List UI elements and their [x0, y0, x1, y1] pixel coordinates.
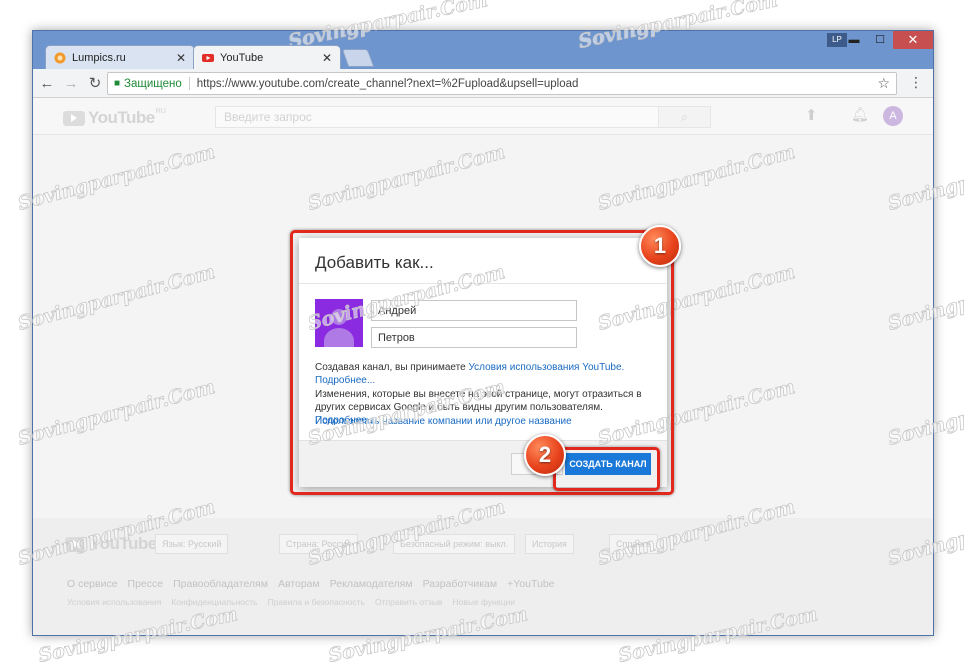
youtube-footer: YouTube Язык: Русский Страна: Россия Без… [33, 518, 933, 635]
footer-link[interactable]: Новые функции [452, 597, 515, 607]
highlight-frame-create-button [553, 447, 660, 491]
forward-icon[interactable]: → [61, 75, 81, 92]
browser-toolbar: ← → ↻ ■ Защищено https://www.youtube.com… [33, 69, 933, 98]
secure-label: Защищено [124, 77, 182, 90]
footer-link[interactable]: О сервисе [67, 578, 118, 590]
address-bar[interactable]: ■ Защищено https://www.youtube.com/creat… [107, 72, 897, 95]
url-text[interactable]: https://www.youtube.com/create_channel?n… [197, 78, 878, 90]
menu-icon[interactable]: ⋮ [909, 74, 923, 91]
avatar[interactable]: A [883, 106, 903, 126]
footer-link[interactable]: +YouTube [507, 578, 554, 590]
minimize-icon[interactable]: ▬ [841, 31, 867, 49]
footer-logo[interactable]: YouTube [65, 534, 157, 554]
youtube-header: YouTube RU Введите запрос ⌕ ⬆ 🔔︎ A [33, 98, 933, 135]
new-tab-button[interactable] [341, 49, 375, 67]
footer-link[interactable]: Рекламодателям [330, 578, 413, 590]
footer-link[interactable]: Правообладателям [173, 578, 268, 590]
youtube-logo[interactable]: YouTube RU [63, 108, 166, 128]
back-icon[interactable]: ← [37, 75, 57, 92]
safe-mode-button[interactable]: Безопасный режим: выкл. [393, 534, 516, 554]
star-icon[interactable]: ☆ [877, 75, 890, 92]
history-button[interactable]: История [525, 534, 574, 554]
youtube-favicon-icon [202, 53, 214, 62]
step-marker-1: 1 [639, 225, 681, 267]
country-button[interactable]: Страна: Россия [279, 534, 359, 554]
tab-youtube[interactable]: YouTube ✕ [193, 45, 341, 69]
language-button[interactable]: Язык: Русский [155, 534, 229, 554]
lock-icon: ■ [114, 78, 121, 89]
footer-link[interactable]: Отправить отзыв [375, 597, 442, 607]
tab-label: Lumpics.ru [72, 51, 126, 64]
tab-lumpics[interactable]: Lumpics.ru ✕ [45, 45, 195, 69]
footer-link[interactable]: Конфиденциальность [171, 597, 257, 607]
footer-link[interactable]: Прессе [128, 578, 164, 590]
footer-link[interactable]: Разработчикам [423, 578, 498, 590]
help-button[interactable]: Справка [609, 534, 659, 554]
footer-link[interactable]: Условия использования [67, 597, 161, 607]
orange-favicon-icon [54, 52, 66, 63]
reload-icon[interactable]: ↻ [85, 74, 105, 92]
region-label: RU [155, 108, 166, 115]
close-icon[interactable]: ✕ [893, 31, 933, 49]
divider [188, 77, 190, 90]
youtube-logo-text: YouTube [88, 108, 155, 127]
step-marker-2: 2 [524, 434, 566, 476]
youtube-play-icon [65, 536, 87, 552]
upload-icon[interactable]: ⬆ [805, 106, 818, 124]
tab-close-icon[interactable]: ✕ [176, 51, 186, 65]
footer-link[interactable]: Правила и безопасность [268, 597, 365, 607]
footer-links: О сервисе Прессе Правообладателям Автора… [67, 578, 555, 590]
bell-icon[interactable]: 🔔︎ [851, 106, 869, 123]
maximize-icon[interactable]: ☐ [867, 31, 893, 49]
search-icon[interactable]: ⌕ [659, 106, 711, 128]
title-bar: Lumpics.ru ✕ YouTube ✕ LP ▬ ☐ ✕ [33, 31, 933, 69]
youtube-logo-text: YouTube [90, 534, 157, 553]
tab-close-icon[interactable]: ✕ [322, 51, 332, 65]
footer-link[interactable]: Авторам [278, 578, 320, 590]
youtube-play-icon [63, 110, 85, 126]
footer-secondary-links: Условия использования Конфиденциальность… [67, 597, 515, 607]
search-input[interactable]: Введите запрос [215, 106, 659, 128]
window-controls: ▬ ☐ ✕ [841, 31, 933, 51]
tab-label: YouTube [220, 51, 264, 64]
